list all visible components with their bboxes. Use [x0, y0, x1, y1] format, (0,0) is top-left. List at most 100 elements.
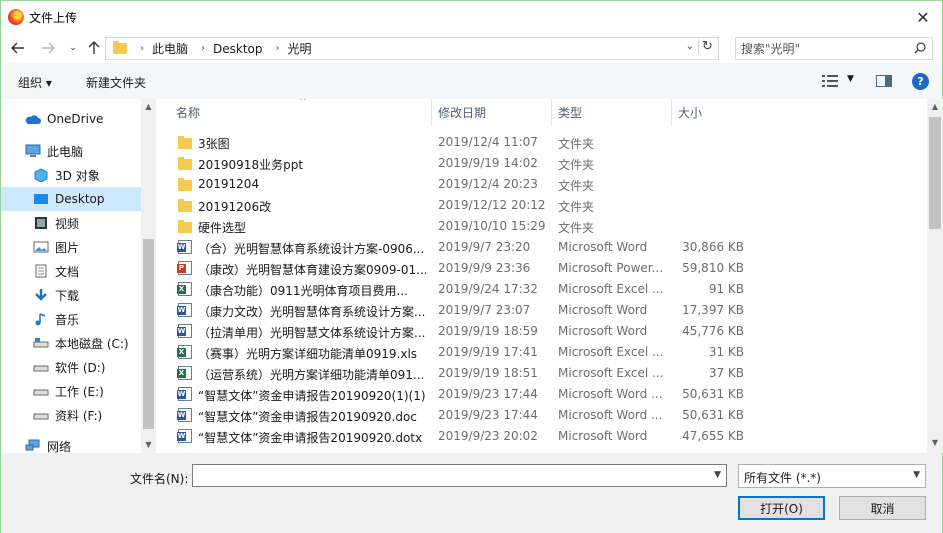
column-header-type[interactable]: 类型	[552, 99, 672, 126]
filename-input[interactable]: ▼	[192, 464, 727, 487]
breadcrumb-guangming[interactable]: 光明	[288, 40, 312, 57]
list-item[interactable]: 20190918业务ppt 2019/9/19 14:02 文件夹	[174, 153, 754, 174]
sidebar-item-drive-d[interactable]: 软件 (D:)	[1, 355, 141, 379]
file-type: Microsoft Word	[558, 324, 648, 338]
list-item[interactable]: （拉清单用）光明智慧文体系统设计方案... 2019/9/19 18:59 Mi…	[174, 321, 754, 342]
folder-icon	[178, 178, 192, 191]
preview-pane-icon[interactable]	[876, 75, 892, 87]
list-item[interactable]: “智慧文体”资金申请报告20190920.dotx 2019/9/23 20:0…	[174, 426, 754, 447]
view-options-icon[interactable]	[822, 75, 838, 87]
file-list-scroll-thumb[interactable]	[929, 117, 941, 229]
view-dropdown-icon[interactable]: ▼	[847, 74, 854, 84]
file-type: Microsoft Word ...	[558, 387, 663, 401]
dialog-footer: 文件名(N): ▼ 所有文件 (*.*) ▼ 打开(O) 取消	[1, 453, 942, 533]
back-button[interactable]	[9, 38, 27, 58]
file-size: 31 KB	[708, 345, 744, 359]
scroll-down-icon[interactable]: ▼	[141, 437, 156, 453]
file-date: 2019/9/7 23:20	[438, 240, 531, 254]
list-item[interactable]: 20191204 2019/12/4 20:23 文件夹	[174, 174, 754, 195]
chevron-down-icon[interactable]: ▼	[714, 470, 721, 480]
sidebar-item-label: 视频	[55, 216, 80, 231]
file-list: ^ 名称 修改日期 类型 大小 3张图 2019/12/4 11:07 文件夹 …	[156, 99, 927, 453]
sidebar-item-drive-f[interactable]: 资料 (F:)	[1, 403, 141, 427]
sidebar-item-this-pc[interactable]: 此电脑	[1, 139, 141, 163]
refresh-icon[interactable]: ↻	[698, 39, 714, 54]
file-type: 文件夹	[558, 221, 595, 235]
desktop-icon	[34, 194, 48, 204]
address-dropdown-icon[interactable]: ⌄	[686, 41, 694, 52]
file-size: 50,631 KB	[682, 387, 744, 401]
arrow-up-icon	[88, 41, 100, 54]
file-list-scrollbar[interactable]: ▲ ▼	[927, 99, 943, 453]
list-item[interactable]: “智慧文体”资金申请报告20190920.doc 2019/9/23 17:44…	[174, 405, 754, 426]
window-title: 文件上传	[29, 11, 78, 25]
list-item[interactable]: 20191206改 2019/12/12 20:12 文件夹	[174, 195, 754, 216]
forward-button[interactable]	[39, 38, 57, 58]
word-document-icon	[177, 240, 192, 254]
file-name: “智慧文体”资金申请报告20190920.dotx	[198, 431, 423, 445]
list-item[interactable]: （康改）光明智慧体育建设方案0909-01... 2019/9/9 23:36 …	[174, 258, 754, 279]
column-header-date[interactable]: 修改日期	[432, 99, 552, 126]
title-bar: 文件上传 ✕	[1, 1, 942, 33]
list-item[interactable]: （赛事）光明方案详细功能清单0919.xls 2019/9/19 17:41 M…	[174, 342, 754, 363]
file-size: 17,397 KB	[682, 303, 744, 317]
help-icon[interactable]: ?	[912, 73, 929, 90]
chevron-right-icon: ›	[275, 43, 280, 54]
up-button[interactable]	[85, 38, 103, 58]
arrow-left-icon	[11, 42, 24, 54]
sidebar-item-3d-objects[interactable]: 3D 对象	[1, 163, 141, 187]
file-name: （康改）光明智慧体育建设方案0909-01...	[198, 263, 426, 277]
file-size: 37 KB	[708, 366, 744, 380]
file-name: 硬件选型	[198, 221, 247, 235]
file-date: 2019/9/19 14:02	[438, 156, 538, 170]
sidebar-item-label: OneDrive	[47, 112, 104, 126]
downloads-icon	[35, 289, 47, 301]
file-date: 2019/9/24 17:32	[438, 282, 538, 296]
sidebar-scroll-thumb[interactable]	[143, 239, 154, 429]
chevron-down-icon: ⌄	[69, 43, 77, 53]
column-header-name[interactable]: 名称	[170, 99, 432, 126]
sidebar-item-drive-c[interactable]: 本地磁盘 (C:)	[1, 331, 141, 355]
new-folder-button[interactable]: 新建文件夹	[86, 74, 146, 91]
list-item[interactable]: “智慧文体”资金申请报告20190920(1)(1)... 2019/9/23 …	[174, 384, 754, 405]
file-date: 2019/9/19 18:51	[438, 366, 538, 380]
file-type: 文件夹	[558, 158, 595, 172]
scroll-up-icon[interactable]: ▲	[927, 99, 943, 115]
address-bar[interactable]: › 此电脑 › Desktop › 光明 ⌄ ↻	[105, 37, 719, 60]
sidebar-item-desktop[interactable]: Desktop	[1, 187, 141, 211]
cancel-button[interactable]: 取消	[839, 496, 926, 520]
file-date: 2019/9/19 17:41	[438, 345, 538, 359]
excel-icon	[177, 345, 192, 359]
close-button[interactable]: ✕	[910, 5, 936, 29]
scroll-down-icon[interactable]: ▼	[927, 435, 943, 451]
3d-objects-icon	[34, 168, 48, 182]
open-button[interactable]: 打开(O)	[738, 496, 825, 520]
sidebar-item-videos[interactable]: 视频	[1, 211, 141, 235]
scroll-up-icon[interactable]: ▲	[141, 99, 156, 115]
file-type-filter[interactable]: 所有文件 (*.*) ▼	[738, 464, 926, 488]
list-item[interactable]: （运营系统）光明方案详细功能清单091... 2019/9/19 18:51 M…	[174, 363, 754, 384]
breadcrumb-this-pc[interactable]: 此电脑	[152, 40, 188, 57]
recent-locations-button[interactable]: ⌄	[64, 38, 82, 58]
chevron-right-icon: ›	[140, 43, 144, 54]
list-item[interactable]: （康合功能）0911光明体育项目费用... 2019/9/24 17:32 Mi…	[174, 279, 754, 300]
list-item[interactable]: 3张图 2019/12/4 11:07 文件夹	[174, 132, 754, 153]
sidebar-item-music[interactable]: 音乐	[1, 307, 141, 331]
sidebar-item-drive-e[interactable]: 工作 (E:)	[1, 379, 141, 403]
sidebar-item-downloads[interactable]: 下载	[1, 283, 141, 307]
sidebar-item-onedrive[interactable]: OneDrive	[1, 107, 141, 131]
word-document-icon	[177, 324, 192, 338]
list-item[interactable]: （合）光明智慧体育系统设计方案-0906... 2019/9/7 23:20 M…	[174, 237, 754, 258]
sidebar-scrollbar[interactable]: ▲ ▼	[141, 99, 156, 453]
organize-button[interactable]: 组织 ▾	[18, 74, 52, 91]
list-item[interactable]: （康力文改）光明智慧体育系统设计方案... 2019/9/7 23:07 Mic…	[174, 300, 754, 321]
sidebar-item-label: 工作 (E:)	[55, 384, 104, 399]
list-item[interactable]: 硬件选型 2019/10/10 15:29 文件夹	[174, 216, 754, 237]
sidebar-item-documents[interactable]: 文档	[1, 259, 141, 283]
sidebar-item-label: 资料 (F:)	[55, 408, 103, 423]
search-input[interactable]: 搜索"光明"	[735, 37, 933, 60]
column-header-size[interactable]: 大小	[672, 99, 752, 126]
file-name: 20191204	[198, 177, 260, 191]
breadcrumb-desktop[interactable]: Desktop	[213, 42, 263, 56]
sidebar-item-pictures[interactable]: 图片	[1, 235, 141, 259]
